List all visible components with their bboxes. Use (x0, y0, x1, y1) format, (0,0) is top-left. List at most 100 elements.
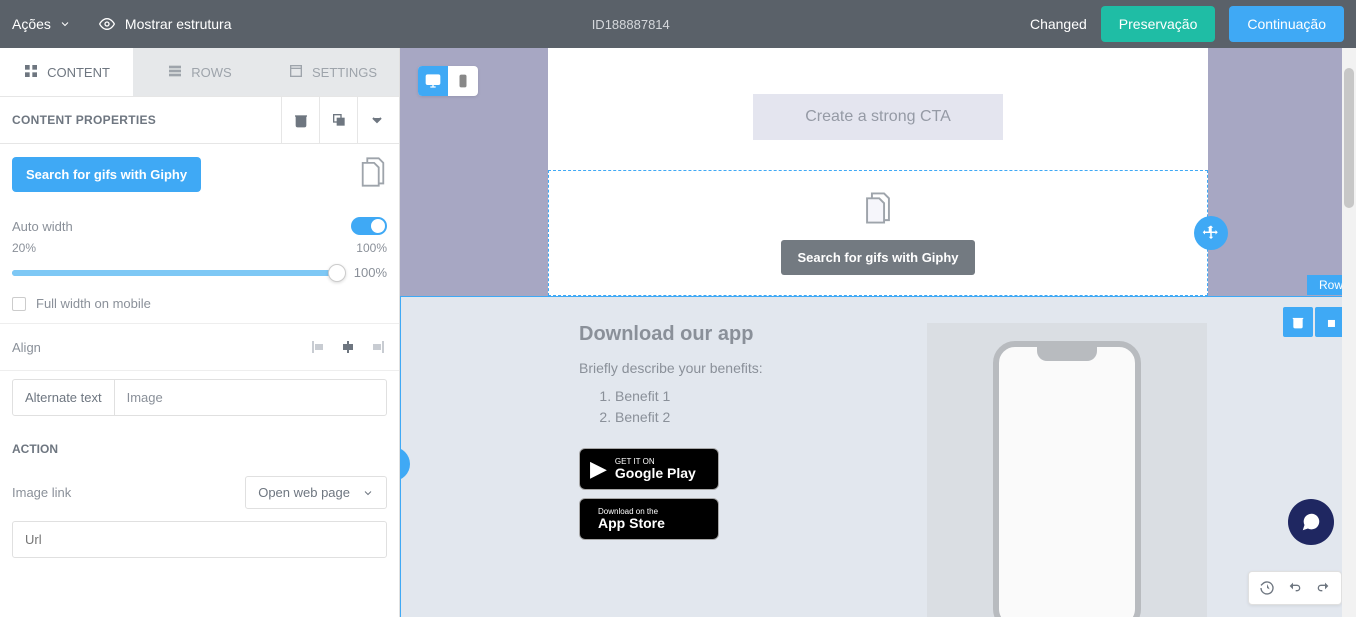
app-description[interactable]: Briefly describe your benefits: (579, 360, 897, 376)
page-scrollbar[interactable] (1342, 48, 1356, 617)
align-center-icon (340, 339, 356, 355)
email-canvas: Create a strong CTA Search for gifs with… (548, 48, 1208, 617)
row-drag-handle[interactable] (400, 447, 410, 481)
status-label: Changed (1030, 16, 1087, 32)
scrollbar-thumb[interactable] (1344, 68, 1354, 208)
move-icon (400, 455, 402, 473)
desktop-preview-button[interactable] (418, 66, 448, 96)
chevron-down-icon (369, 112, 385, 128)
history-icon (1259, 580, 1275, 596)
app-title[interactable]: Download our app (579, 323, 897, 346)
align-center-button[interactable] (337, 336, 359, 358)
tab-settings[interactable]: SETTINGS (266, 48, 399, 96)
content-properties-header: CONTENT PROPERTIES (0, 96, 399, 144)
eye-icon (99, 16, 115, 32)
url-input[interactable] (12, 521, 387, 558)
image-link-type-value: Open web page (258, 485, 350, 500)
width-slider[interactable] (12, 270, 337, 276)
file-stack-icon (569, 191, 1187, 230)
auto-width-label: Auto width (12, 219, 73, 234)
delete-row-button[interactable] (1283, 307, 1313, 337)
gp-line2: Google Play (615, 466, 696, 480)
slider-value-label: 100% (347, 265, 387, 280)
chevron-down-icon (362, 487, 374, 499)
mobile-preview-button[interactable] (448, 66, 478, 96)
cta-button-block[interactable]: Create a strong CTA (753, 94, 1003, 140)
mobile-icon (456, 74, 470, 88)
duplicate-row-button[interactable] (1315, 307, 1345, 337)
block-drag-handle[interactable] (1194, 216, 1228, 250)
show-structure-toggle[interactable]: Mostrar estrutura (99, 16, 232, 32)
slider-max-label: 100% (356, 241, 387, 255)
device-preview-toggle (418, 66, 478, 96)
tab-rows-label: ROWS (191, 65, 231, 80)
full-width-mobile-label: Full width on mobile (36, 296, 151, 311)
app-text-column: Download our app Briefly describe your b… (579, 323, 897, 617)
align-label: Align (12, 340, 41, 355)
google-play-icon: ▶ (590, 456, 607, 482)
rows-icon (167, 63, 183, 79)
search-giphy-button[interactable]: Search for gifs with Giphy (12, 157, 201, 192)
benefit-item: Benefit 2 (615, 407, 897, 428)
align-left-button[interactable] (309, 336, 331, 358)
continue-button[interactable]: Continuação (1229, 6, 1344, 42)
copy-icon (1323, 315, 1337, 329)
phone-mockup (993, 341, 1141, 617)
document-id: ID188887814 (232, 17, 1030, 32)
history-toolbar (1248, 571, 1342, 605)
redo-button[interactable] (1311, 576, 1335, 600)
auto-width-toggle[interactable] (351, 217, 387, 235)
align-right-button[interactable] (365, 336, 387, 358)
undo-icon (1287, 580, 1303, 596)
actions-label: Ações (12, 16, 51, 32)
chat-support-button[interactable] (1288, 499, 1334, 545)
desktop-icon (425, 73, 441, 89)
alt-text-label: Alternate text (13, 380, 115, 415)
panel-title: CONTENT PROPERTIES (12, 113, 156, 127)
tab-content-label: CONTENT (47, 65, 110, 80)
image-link-type-select[interactable]: Open web page (245, 476, 387, 509)
history-button[interactable] (1255, 576, 1279, 600)
phone-mockup-column (927, 323, 1207, 617)
chevron-down-icon (59, 18, 71, 30)
tab-settings-label: SETTINGS (312, 65, 377, 80)
app-download-row[interactable]: Row Download our app Briefly describe yo… (400, 296, 1356, 617)
copy-icon (331, 112, 347, 128)
chat-icon (1300, 511, 1322, 533)
as-line2: App Store (598, 516, 665, 530)
phone-notch (1037, 347, 1097, 361)
move-icon (1202, 224, 1220, 242)
top-bar: Ações Mostrar estrutura ID188887814 Chan… (0, 0, 1356, 48)
google-play-badge[interactable]: ▶ GET IT ON Google Play (579, 448, 719, 490)
alternate-text-field[interactable]: Alternate text Image (12, 379, 387, 416)
redo-icon (1315, 580, 1331, 596)
delete-content-button[interactable] (281, 97, 319, 143)
action-section-header: ACTION (0, 428, 399, 464)
trash-icon (293, 112, 309, 128)
actions-dropdown[interactable]: Ações (12, 16, 71, 32)
settings-icon (288, 63, 304, 79)
sidebar-tabs: CONTENT ROWS SETTINGS (0, 48, 399, 96)
show-structure-label: Mostrar estrutura (125, 16, 232, 32)
canvas-area: Create a strong CTA Search for gifs with… (400, 48, 1356, 617)
app-store-badge[interactable]: Download on the App Store (579, 498, 719, 540)
align-right-icon (368, 339, 384, 355)
alt-text-value[interactable]: Image (115, 380, 386, 415)
tab-content[interactable]: CONTENT (0, 48, 133, 96)
duplicate-content-button[interactable] (319, 97, 357, 143)
undo-button[interactable] (1283, 576, 1307, 600)
trash-icon (1291, 315, 1305, 329)
full-width-mobile-checkbox[interactable] (12, 297, 26, 311)
image-link-label: Image link (12, 485, 71, 500)
benefit-item: Benefit 1 (615, 386, 897, 407)
slider-min-label: 20% (12, 241, 36, 255)
collapse-panel-button[interactable] (357, 97, 395, 143)
grid-icon (23, 63, 39, 79)
giphy-search-button[interactable]: Search for gifs with Giphy (781, 240, 974, 275)
preserve-button[interactable]: Preservação (1101, 6, 1216, 42)
giphy-placeholder-block[interactable]: Search for gifs with Giphy (548, 170, 1208, 296)
properties-sidebar: CONTENT ROWS SETTINGS CONTENT PROPERTIES (0, 48, 400, 617)
benefits-list[interactable]: Benefit 1 Benefit 2 (615, 386, 897, 428)
slider-handle[interactable] (328, 264, 346, 282)
tab-rows[interactable]: ROWS (133, 48, 266, 96)
